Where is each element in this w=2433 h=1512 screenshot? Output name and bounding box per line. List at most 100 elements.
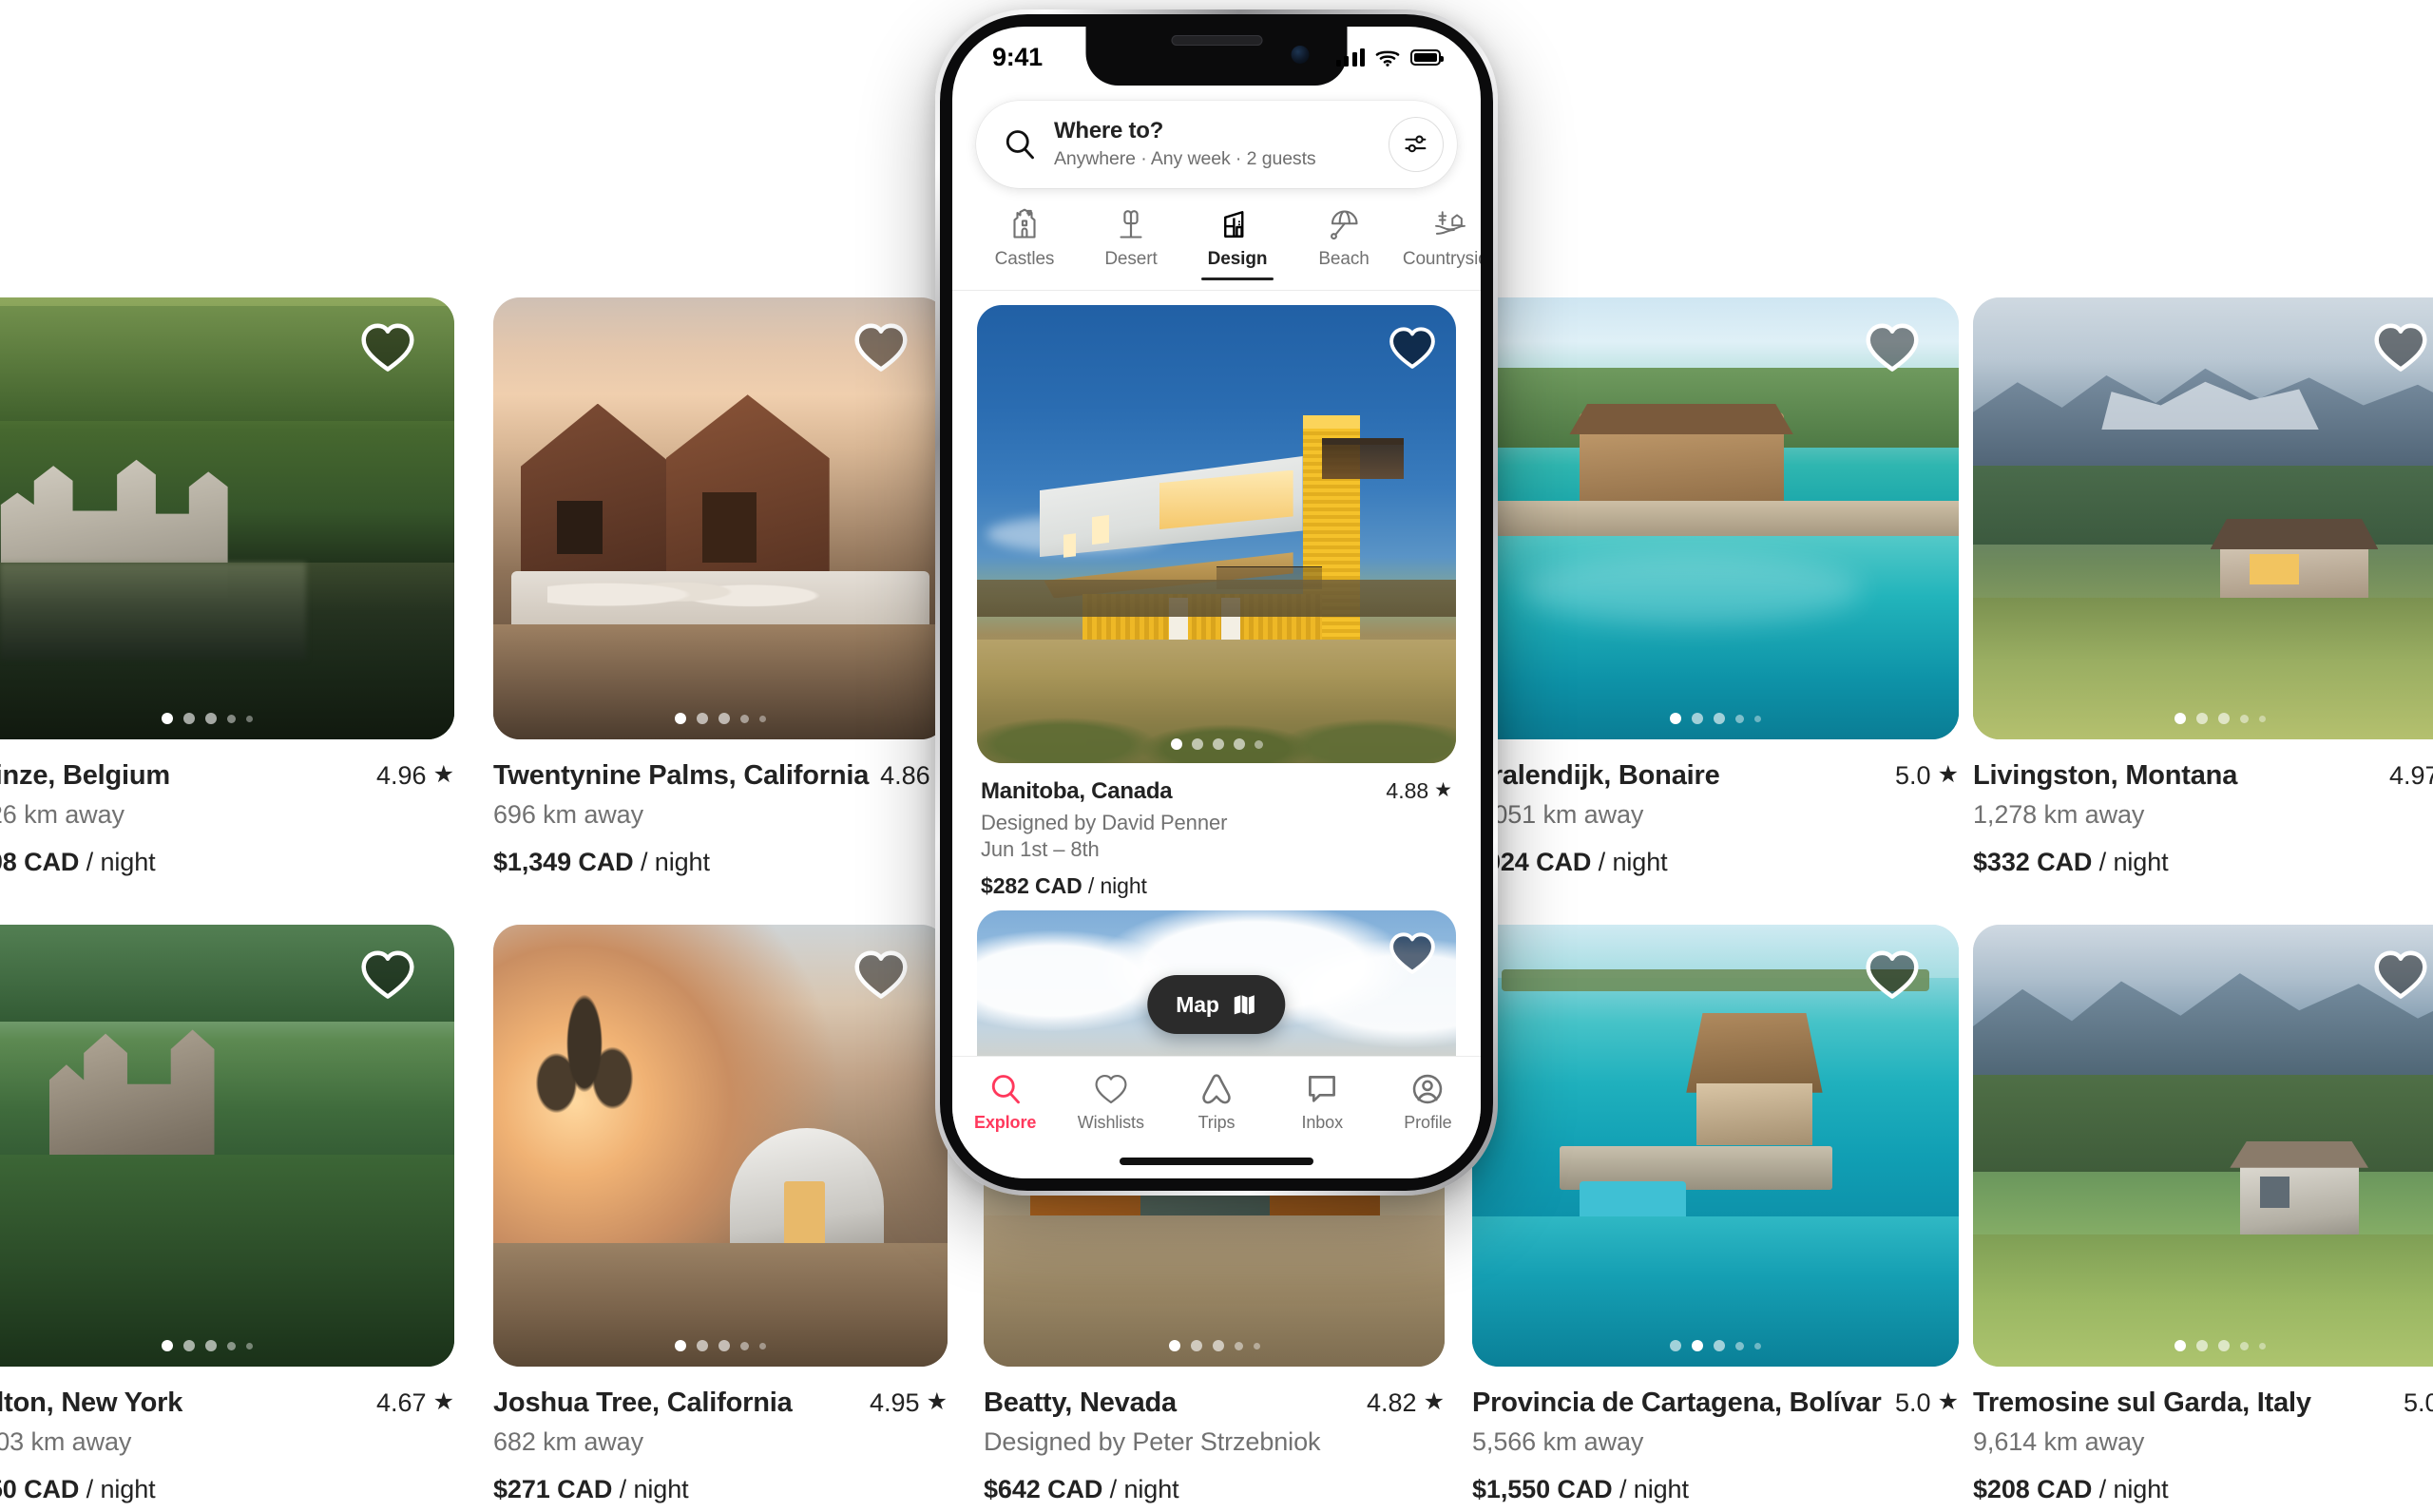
listing-rating: 5.0 ★	[2404, 1388, 2433, 1418]
photo-pagination-dots[interactable]	[0, 1340, 454, 1351]
category-tabs[interactable]: Castles Desert Design Beach Countrysi	[952, 203, 1481, 291]
category-tab-design[interactable]: Design	[1184, 203, 1291, 280]
rating-value: 5.0	[1895, 1388, 1931, 1417]
listing-subtitle: 4,103 km away	[0, 1427, 132, 1456]
category-tab-desert[interactable]: Desert	[1078, 203, 1184, 270]
photo-pagination-dots[interactable]	[1472, 1340, 1959, 1351]
listing-title: Tremosine sul Garda, Italy	[1973, 1388, 2311, 1418]
listing-photo[interactable]	[977, 305, 1456, 763]
star-icon: ★	[1434, 779, 1452, 801]
listing-photo[interactable]	[1472, 297, 1959, 739]
tab-profile[interactable]: Profile	[1375, 1072, 1481, 1133]
map-button-label: Map	[1176, 991, 1219, 1017]
photo-pagination-dots[interactable]	[0, 713, 454, 724]
price-amount: $271 CAD	[493, 1475, 613, 1503]
rating-value: 4.88	[1386, 778, 1429, 803]
listing-card[interactable]: Tremosine sul Garda, Italy 5.0 ★ 9,614 k…	[1973, 925, 2433, 1504]
listing-meta: Provincia de Cartagena, Bolívar 5.0 ★ 5,…	[1472, 1367, 1959, 1504]
listing-card[interactable]: Twentynine Palms, California 4.86 ★ 696 …	[493, 297, 958, 877]
favorite-heart-icon[interactable]	[361, 949, 414, 999]
rating-value: 4.95	[870, 1388, 920, 1417]
favorite-heart-icon[interactable]	[2374, 322, 2427, 372]
filter-button[interactable]	[1389, 117, 1444, 172]
star-icon: ★	[432, 761, 454, 788]
search-bar[interactable]: Where to? Anywhere · Any week · 2 guests	[976, 101, 1457, 188]
listing-subtitle: 682 km away	[493, 1427, 643, 1456]
tab-inbox[interactable]: Inbox	[1270, 1072, 1375, 1133]
photo-pagination-dots[interactable]	[1973, 1340, 2433, 1351]
phone-listing-card[interactable]: Manitoba, Canada 4.88 ★ Designed by Davi…	[952, 292, 1481, 907]
listing-meta: Manitoba, Canada 4.88 ★ Designed by Davi…	[977, 763, 1456, 907]
photo-pagination-dots[interactable]	[493, 713, 948, 724]
map-icon	[1235, 995, 1255, 1015]
listing-meta: Deinze, Belgium 4.96 ★ 8826 km away $308…	[0, 739, 454, 877]
listing-price: $332 CAD / night	[1973, 848, 2433, 877]
heart-icon	[1095, 1074, 1127, 1104]
favorite-heart-icon[interactable]	[854, 322, 908, 372]
favorite-heart-icon[interactable]	[361, 322, 414, 372]
category-label: Design	[1207, 249, 1268, 269]
photo-montana-cabin-mountains	[1973, 297, 2433, 739]
listing-card[interactable]: Provincia de Cartagena, Bolívar 5.0 ★ 5,…	[1472, 925, 1959, 1504]
listing-price: $924 CAD / night	[1472, 848, 1959, 877]
castle-icon	[1013, 208, 1036, 239]
listing-card[interactable]: Kralendijk, Bonaire 5.0 ★ 5,051 km away …	[1472, 297, 1959, 877]
listing-card[interactable]: Livingston, Montana 4.97 ★ 1,278 km away…	[1973, 297, 2433, 877]
favorite-heart-icon[interactable]	[1389, 326, 1435, 369]
listing-title: Kralendijk, Bonaire	[1472, 760, 1720, 791]
listing-card[interactable]: Joshua Tree, California 4.95 ★ 682 km aw…	[493, 925, 948, 1504]
listing-dates: Jun 1st – 8th	[981, 837, 1100, 861]
listing-photo[interactable]	[1973, 297, 2433, 739]
category-tab-castles[interactable]: Castles	[971, 203, 1078, 270]
tab-trips[interactable]: Trips	[1163, 1072, 1269, 1133]
photo-pagination-dots[interactable]	[1472, 713, 1959, 724]
price-amount: $1,349 CAD	[493, 848, 634, 876]
search-icon	[1006, 130, 1034, 160]
listing-meta: Tremosine sul Garda, Italy 5.0 ★ 9,614 k…	[1973, 1367, 2433, 1504]
photo-pagination-dots[interactable]	[1973, 713, 2433, 724]
listing-title: Twentynine Palms, California	[493, 760, 870, 791]
listing-title: Beatty, Nevada	[984, 1388, 1177, 1418]
photo-pagination-dots[interactable]	[977, 738, 1456, 750]
listing-photo[interactable]	[0, 925, 454, 1367]
rating-value: 4.82	[1367, 1388, 1417, 1417]
tab-label: Trips	[1197, 1113, 1236, 1132]
listing-title: Bolton, New York	[0, 1388, 183, 1418]
listing-subtitle: 696 km away	[493, 800, 643, 829]
listing-photo[interactable]	[1472, 925, 1959, 1367]
listing-photo[interactable]	[1973, 925, 2433, 1367]
map-toggle-button[interactable]: Map	[1147, 975, 1286, 1034]
favorite-heart-icon[interactable]	[2374, 949, 2427, 999]
listing-photo[interactable]	[493, 297, 948, 739]
tab-wishlists[interactable]: Wishlists	[1058, 1072, 1163, 1133]
rating-value: 5.0	[1895, 761, 1931, 790]
category-label: Castles	[994, 249, 1055, 269]
price-unit: / night	[86, 848, 156, 876]
app-screenshot: Deinze, Belgium 4.96 ★ 8826 km away $308…	[0, 0, 2433, 1512]
listing-card[interactable]: Bolton, New York 4.67 ★ 4,103 km away $4…	[0, 925, 454, 1504]
favorite-heart-icon[interactable]	[1866, 322, 1919, 372]
favorite-heart-icon[interactable]	[1389, 931, 1435, 974]
listing-subtitle: 5,051 km away	[1472, 800, 1644, 829]
star-icon: ★	[432, 1388, 454, 1415]
listing-photo[interactable]	[0, 297, 454, 739]
tab-label: Wishlists	[1077, 1113, 1144, 1132]
chat-bubble-icon	[1309, 1076, 1336, 1102]
price-unit: / night	[641, 848, 710, 876]
photo-pagination-dots[interactable]	[984, 1340, 1445, 1351]
phone-listing-feed[interactable]: Manitoba, Canada 4.88 ★ Designed by Davi…	[952, 292, 1481, 1056]
status-icons	[1335, 48, 1444, 67]
category-tab-countryside[interactable]: Countryside	[1397, 203, 1481, 270]
tab-explore[interactable]: Explore	[952, 1072, 1058, 1133]
listing-meta: Livingston, Montana 4.97 ★ 1,278 km away…	[1973, 739, 2433, 877]
favorite-heart-icon[interactable]	[854, 949, 908, 999]
category-tab-beach[interactable]: Beach	[1291, 203, 1397, 270]
listing-card[interactable]: Deinze, Belgium 4.96 ★ 8826 km away $308…	[0, 297, 454, 877]
listing-meta: Kralendijk, Bonaire 5.0 ★ 5,051 km away …	[1472, 739, 1959, 877]
listing-photo[interactable]	[493, 925, 948, 1367]
favorite-heart-icon[interactable]	[1866, 949, 1919, 999]
price-amount: $332 CAD	[1973, 848, 2093, 876]
photo-pagination-dots[interactable]	[493, 1340, 948, 1351]
airbnb-bellhop-icon	[1202, 1074, 1231, 1104]
listing-title: Provincia de Cartagena, Bolívar	[1472, 1388, 1882, 1418]
